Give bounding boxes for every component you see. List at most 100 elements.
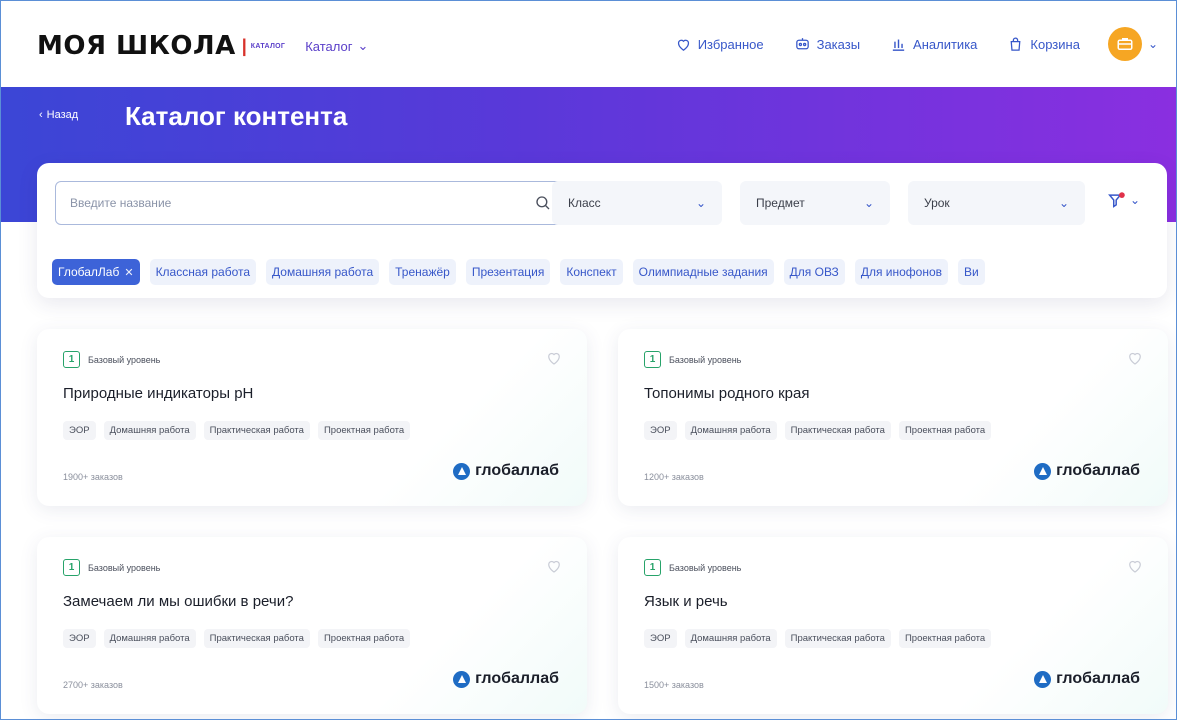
chip-label: Тренажёр [395,265,450,279]
provider-name: глобаллаб [475,670,559,687]
orders-count: 1200+ заказов [644,472,704,482]
tag: ЭОР [644,629,677,648]
user-avatar[interactable] [1107,27,1142,61]
page-title: Каталог контента [125,101,348,131]
provider-brand: глобаллаб [453,462,559,480]
nav-favorites[interactable]: Избранное [675,36,764,53]
chip-class-work[interactable]: Классная работа [149,259,257,285]
nav-cart[interactable]: Корзина [1007,36,1080,53]
card-title[interactable]: Язык и речь [644,593,728,610]
chevron-down-icon: ⌄ [1130,193,1141,207]
class-select-label: Класс [568,196,601,210]
analytics-icon [892,39,905,51]
chip-olympiad[interactable]: Олимпиадные задания [632,259,774,285]
close-icon[interactable]: ✕ [124,266,133,279]
content-card[interactable]: 1 Базовый уровень Природные индикаторы p… [37,329,587,506]
card-title[interactable]: Замечаем ли мы ошибки в речи? [63,593,293,610]
chevron-down-icon[interactable]: ⌄ [1148,37,1158,51]
search-input[interactable] [70,196,534,210]
tag: Проектная работа [317,629,411,648]
provider-brand: глобаллаб [453,670,559,688]
level-badge: 1 Базовый уровень [63,351,160,368]
site-logo[interactable]: МОЯ ШКОЛА [37,31,236,61]
tag: Практическая работа [203,629,310,648]
chip-label: Для инофонов [860,265,942,279]
heart-icon[interactable] [545,557,563,575]
chip-presentation[interactable]: Презентация [465,259,551,285]
chip-more[interactable]: Ви [958,259,985,285]
card-tags: ЭОР Домашняя работа Практическая работа … [644,629,992,648]
briefcase-icon [1117,38,1133,50]
filter-icon [1108,192,1125,208]
tag: ЭОР [63,629,96,648]
chip-label: ГлобалЛаб [58,265,120,279]
card-tags: ЭОР Домашняя работа Практическая работа … [63,629,411,648]
tag: Практическая работа [784,629,891,648]
globallab-logo-icon [1034,670,1052,688]
tag: Практическая работа [784,421,891,440]
chevron-down-icon: ⌄ [1058,196,1069,210]
tag: Проектная работа [898,421,992,440]
back-link-label: Назад [46,109,79,121]
level-number: 1 [644,559,661,576]
level-badge: 1 Базовый уровень [63,559,160,576]
back-link[interactable]: ‹ Назад [39,109,78,121]
search-field[interactable] [55,181,567,225]
nav-orders[interactable]: Заказы [794,36,860,53]
nav-analytics[interactable]: Аналитика [890,36,977,53]
card-tags: ЭОР Домашняя работа Практическая работа … [644,421,992,440]
provider-brand: глобаллаб [1034,462,1140,480]
heart-icon[interactable] [1126,349,1144,367]
chip-label: Олимпиадные задания [638,265,768,279]
content-card[interactable]: 1 Базовый уровень Топонимы родного края … [618,329,1168,506]
level-badge: 1 Базовый уровень [644,351,741,368]
tag: Проектная работа [898,629,992,648]
chevron-down-icon: ⌄ [695,196,706,210]
catalog-menu[interactable]: Каталог ⌄ [305,38,368,54]
level-label: Базовый уровень [669,562,742,573]
level-number: 1 [63,351,80,368]
subject-select[interactable]: Предмет ⌄ [740,181,890,225]
provider-name: глобаллаб [1056,670,1140,687]
content-card[interactable]: 1 Базовый уровень Язык и речь ЭОР Домашн… [618,537,1168,714]
tag: ЭОР [644,421,677,440]
level-badge: 1 Базовый уровень [644,559,741,576]
chip-label: Для ОВЗ [789,265,839,279]
orders-icon [795,37,809,49]
tag: Домашняя работа [684,629,777,648]
chip-summary[interactable]: Конспект [560,259,623,285]
filter-button[interactable]: ⌄ [1107,191,1140,209]
heart-icon[interactable] [545,349,563,367]
chip-homework[interactable]: Домашняя работа [266,259,380,285]
lesson-select[interactable]: Урок ⌄ [908,181,1085,225]
cart-icon [1010,37,1021,51]
search-icon[interactable] [534,194,552,212]
level-number: 1 [644,351,661,368]
subject-select-label: Предмет [756,196,805,210]
content-card[interactable]: 1 Базовый уровень Замечаем ли мы ошибки … [37,537,587,714]
chip-foreign-speakers[interactable]: Для инофонов [854,259,948,285]
provider-name: глобаллаб [475,462,559,479]
chip-label: Конспект [566,265,617,279]
chip-trainer[interactable]: Тренажёр [389,259,456,285]
card-title[interactable]: Природные индикаторы pH [63,385,253,402]
level-number: 1 [63,559,80,576]
heart-icon[interactable] [1126,557,1144,575]
nav-analytics-label: Аналитика [913,36,978,52]
chip-ovz[interactable]: Для ОВЗ [783,259,845,285]
provider-brand: глобаллаб [1034,670,1140,688]
brand: МОЯ ШКОЛА | каталог Каталог ⌄ [37,31,368,61]
logo-divider: | [241,35,247,56]
globallab-logo-icon [453,462,471,480]
heart-icon [677,39,689,51]
app-frame: МОЯ ШКОЛА | каталог Каталог ⌄ Избранное … [0,0,1177,720]
class-select[interactable]: Класс ⌄ [552,181,722,225]
nav-orders-label: Заказы [816,36,861,52]
card-title[interactable]: Топонимы родного края [644,385,809,402]
provider-name: глобаллаб [1056,462,1140,479]
chip-globallab[interactable]: ГлобалЛаб ✕ [52,259,140,285]
nav-favorites-label: Избранное [697,36,764,52]
nav-actions: Избранное Заказы Аналитика Корзина ⌄ [645,27,1158,61]
level-label: Базовый уровень [88,354,161,365]
chevron-left-icon: ‹ [39,109,43,121]
